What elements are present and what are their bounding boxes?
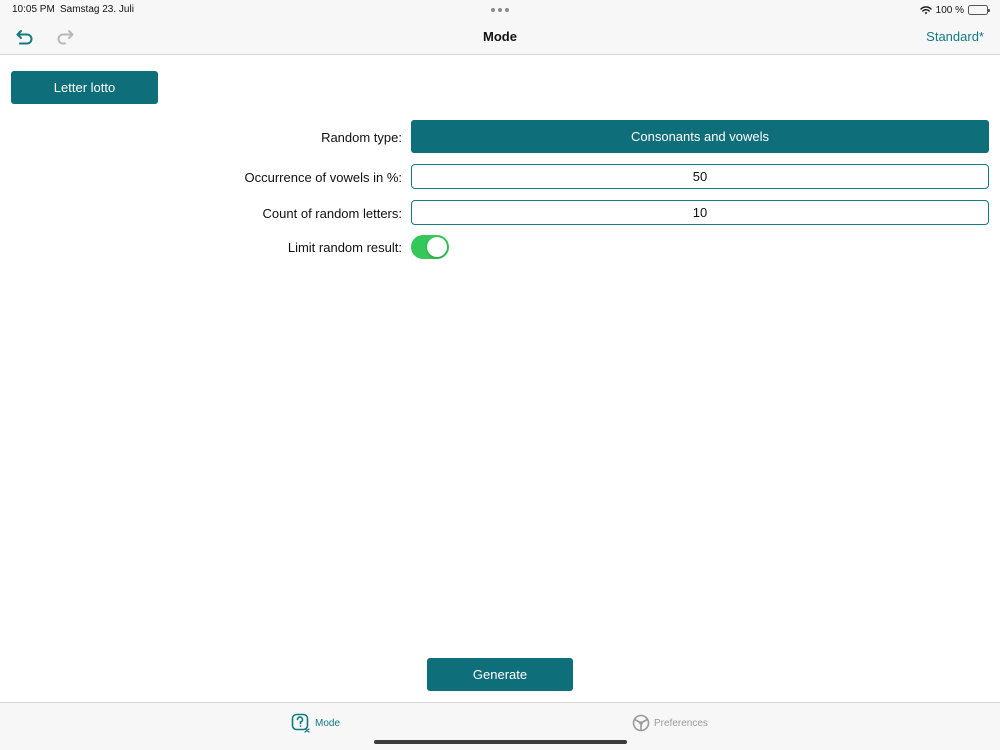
tab-preferences-label: Preferences (654, 717, 708, 729)
generate-button[interactable]: Generate (427, 658, 573, 691)
status-right: 100 % (919, 3, 990, 17)
navigation-bar: Mode Standard* (0, 20, 1000, 55)
toggle-knob (427, 237, 447, 257)
tab-mode-label: Mode (315, 717, 341, 729)
home-indicator (374, 740, 627, 744)
multitasking-dots-icon[interactable] (491, 8, 509, 12)
letter-count-label: Count of random letters: (262, 206, 402, 221)
vowel-occurrence-label: Occurrence of vowels in %: (244, 170, 402, 185)
letter-count-input[interactable] (411, 200, 989, 225)
battery-icon (968, 5, 990, 15)
status-time: 10:05 PM (12, 4, 55, 15)
limit-result-toggle[interactable] (411, 235, 449, 259)
app-root: 10:05 PM Samstag 23. Juli 100 % Mode Sta… (0, 0, 1000, 750)
vowel-occurrence-input[interactable] (411, 164, 989, 189)
nav-title: Mode (483, 29, 517, 44)
status-bar: 10:05 PM Samstag 23. Juli 100 % (0, 0, 1000, 20)
random-type-label: Random type: (321, 130, 402, 145)
battery-percent: 100 % (935, 4, 964, 16)
wifi-icon (919, 6, 932, 15)
tab-preferences[interactable]: Preferences (632, 712, 708, 734)
preferences-icon (632, 714, 650, 732)
preset-button[interactable]: Standard* (926, 29, 984, 44)
tab-mode[interactable]: Mode (291, 712, 340, 734)
limit-result-label: Limit random result: (287, 240, 402, 255)
status-date: Samstag 23. Juli (60, 4, 134, 15)
mode-select-button[interactable]: Letter lotto (11, 71, 158, 104)
mode-icon (291, 713, 310, 733)
random-type-select[interactable]: Consonants and vowels (411, 120, 989, 153)
